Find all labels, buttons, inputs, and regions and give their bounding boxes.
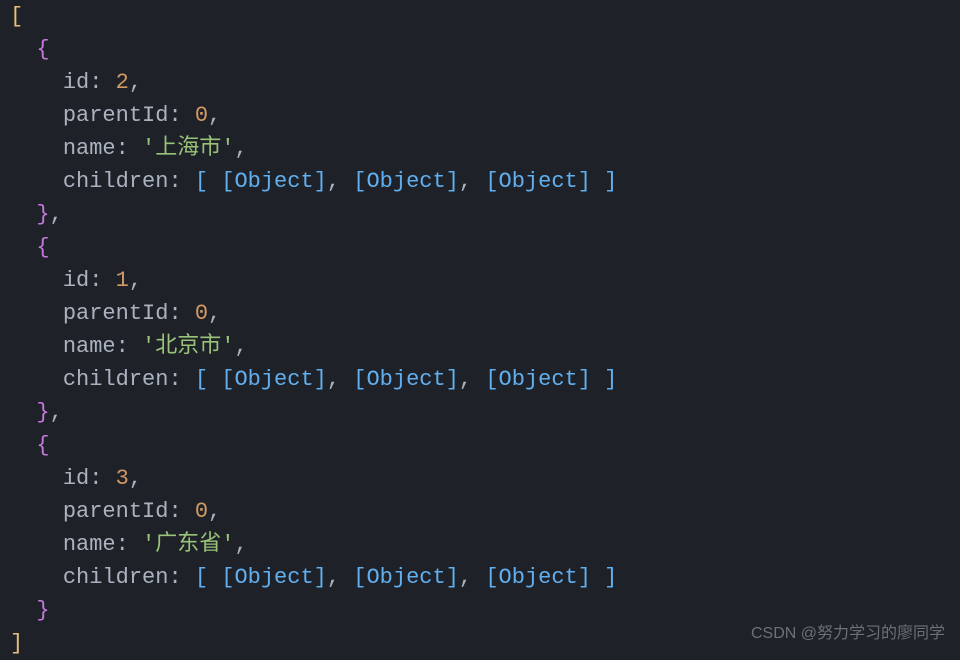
bracket-array-close: ] xyxy=(604,367,617,392)
key-parent-id: parentId xyxy=(63,103,169,128)
property-parent-id: parentId: 0, xyxy=(10,99,950,132)
value-parent-id: 0 xyxy=(195,103,208,128)
bracket-square-close: ] xyxy=(10,631,23,656)
object-ref: [Object] xyxy=(353,367,459,392)
object-close: }, xyxy=(10,396,950,429)
object-open: { xyxy=(10,429,950,462)
key-id: id xyxy=(63,268,89,293)
key-name: name xyxy=(63,532,116,557)
bracket-array-open: [ xyxy=(195,565,208,590)
bracket-array-open: [ xyxy=(195,367,208,392)
object-ref: [Object] xyxy=(221,367,327,392)
object-ref: [Object] xyxy=(221,565,327,590)
object-close: }, xyxy=(10,198,950,231)
key-name: name xyxy=(63,334,116,359)
bracket-curly-close: } xyxy=(36,202,49,227)
property-parent-id: parentId: 0, xyxy=(10,495,950,528)
value-parent-id: 0 xyxy=(195,499,208,524)
property-id: id: 1, xyxy=(10,264,950,297)
value-name: '广东省' xyxy=(142,532,234,557)
property-id: id: 2, xyxy=(10,66,950,99)
object-ref: [Object] xyxy=(221,169,327,194)
object-open: { xyxy=(10,231,950,264)
property-children: children: [ [Object], [Object], [Object]… xyxy=(10,561,950,594)
bracket-array-close: ] xyxy=(604,565,617,590)
key-name: name xyxy=(63,136,116,161)
key-id: id xyxy=(63,466,89,491)
value-parent-id: 0 xyxy=(195,301,208,326)
object-ref: [Object] xyxy=(485,169,591,194)
bracket-curly-close: } xyxy=(36,400,49,425)
bracket-curly-open: { xyxy=(36,37,49,62)
value-name: '北京市' xyxy=(142,334,234,359)
property-children: children: [ [Object], [Object], [Object]… xyxy=(10,165,950,198)
property-name: name: '北京市', xyxy=(10,330,950,363)
key-id: id xyxy=(63,70,89,95)
code-output: [ { id: 2, parentId: 0, name: '上海市', chi… xyxy=(0,0,960,660)
object-ref: [Object] xyxy=(485,367,591,392)
object-ref: [Object] xyxy=(353,565,459,590)
bracket-array-close: ] xyxy=(604,169,617,194)
key-children: children xyxy=(63,367,169,392)
bracket-square-open: [ xyxy=(10,4,23,29)
property-parent-id: parentId: 0, xyxy=(10,297,950,330)
property-name: name: '上海市', xyxy=(10,132,950,165)
bracket-array-open: [ xyxy=(195,169,208,194)
watermark-text: CSDN @努力学习的廖同学 xyxy=(751,617,945,650)
bracket-curly-close: } xyxy=(36,598,49,623)
value-id: 2 xyxy=(116,70,129,95)
bracket-curly-open: { xyxy=(36,235,49,260)
value-id: 3 xyxy=(116,466,129,491)
value-name: '上海市' xyxy=(142,136,234,161)
key-children: children xyxy=(63,169,169,194)
key-children: children xyxy=(63,565,169,590)
object-ref: [Object] xyxy=(485,565,591,590)
key-parent-id: parentId xyxy=(63,499,169,524)
object-open: { xyxy=(10,33,950,66)
property-id: id: 3, xyxy=(10,462,950,495)
property-name: name: '广东省', xyxy=(10,528,950,561)
array-open: [ xyxy=(10,0,950,33)
key-parent-id: parentId xyxy=(63,301,169,326)
value-id: 1 xyxy=(116,268,129,293)
property-children: children: [ [Object], [Object], [Object]… xyxy=(10,363,950,396)
bracket-curly-open: { xyxy=(36,433,49,458)
object-ref: [Object] xyxy=(353,169,459,194)
